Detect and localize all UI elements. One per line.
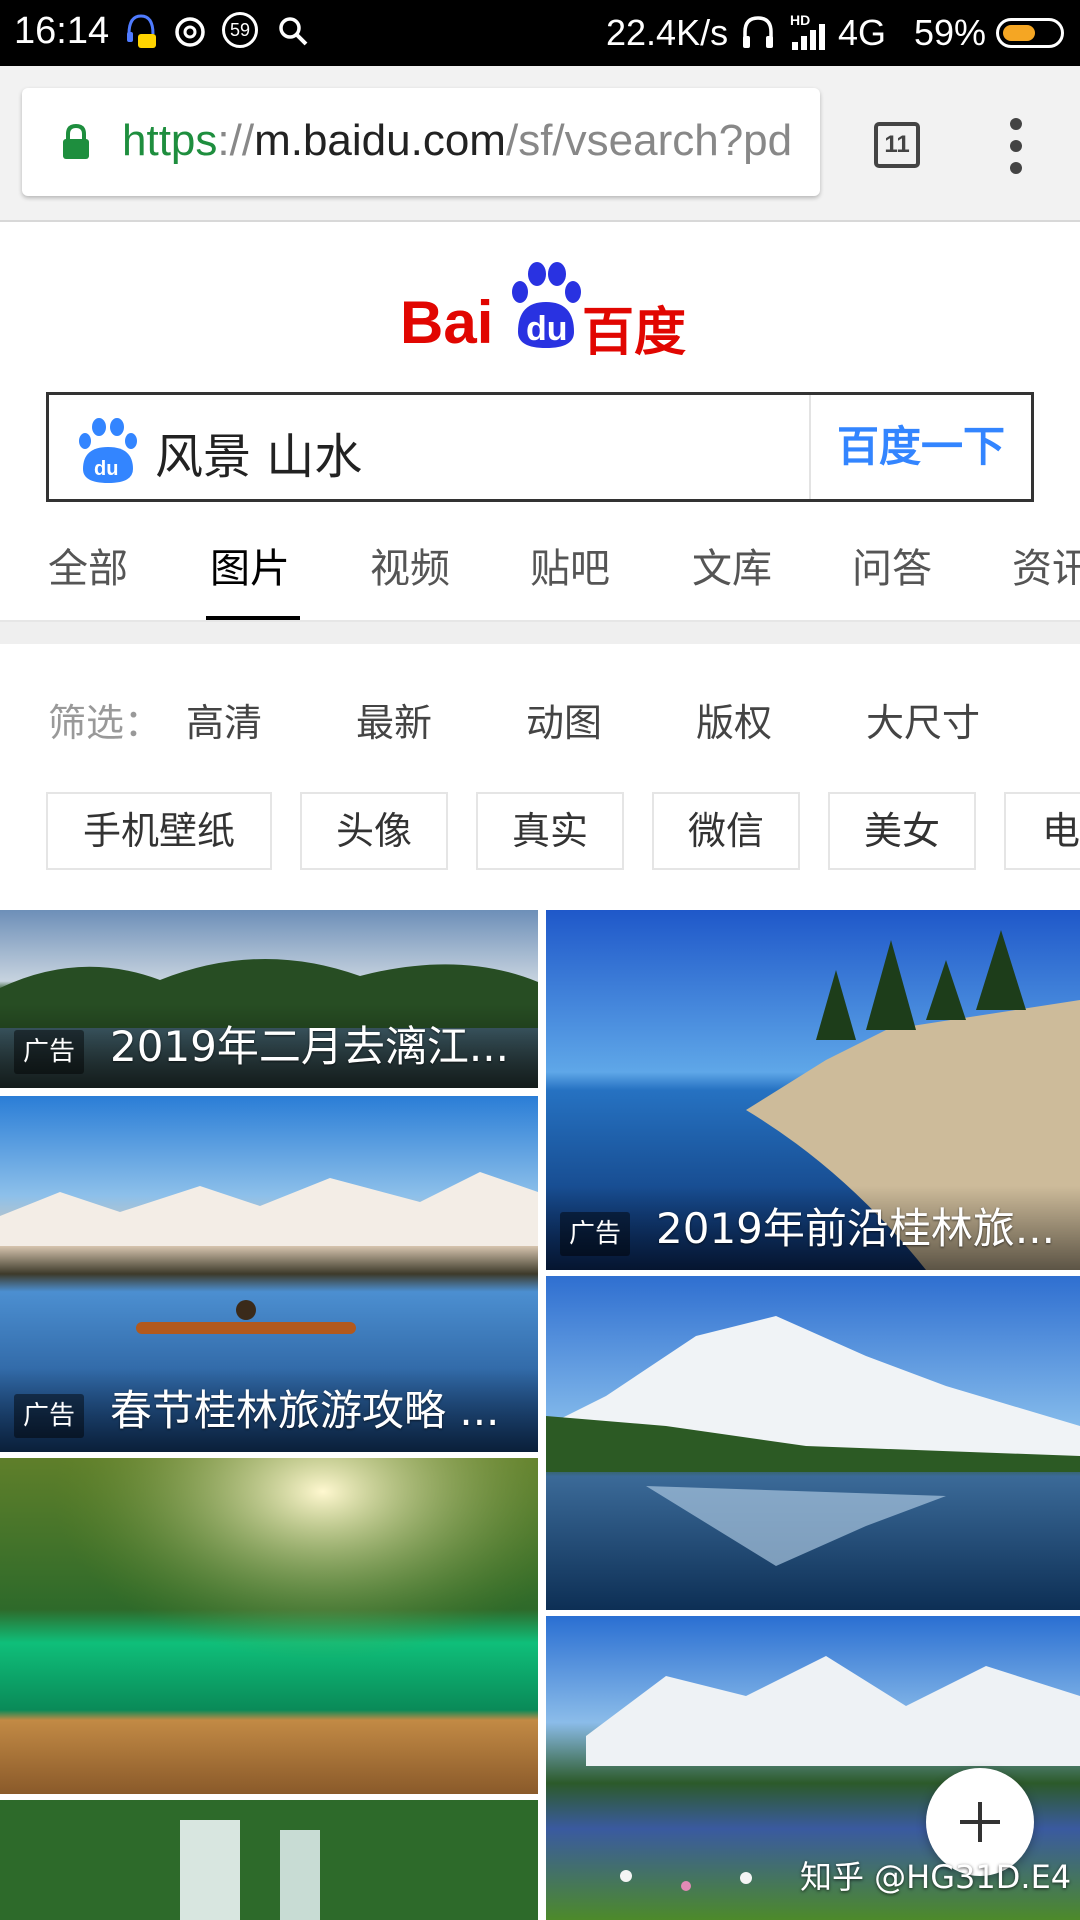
image-result[interactable]: 广告 春节桂林旅游攻略 ... [0, 1096, 538, 1452]
overflow-menu-icon[interactable] [1002, 118, 1030, 174]
url-text[interactable]: https://m.baidu.com/sf/vsearch?pd [122, 116, 792, 166]
tag-more[interactable]: 电 [1004, 792, 1080, 870]
tab-tieba[interactable]: 贴吧 [530, 536, 610, 594]
battery-icon [996, 18, 1064, 48]
headphones-icon [743, 16, 773, 48]
search-input[interactable]: 风景 山水 [155, 417, 362, 487]
lock-icon [63, 123, 89, 159]
tag-wechat[interactable]: 微信 [652, 792, 800, 870]
image-caption-text: 2019年前沿桂林旅... [656, 1204, 1055, 1253]
headset-chat-icon [127, 14, 156, 48]
snow-mountain-reflection-image [546, 1276, 1080, 1610]
image-caption: 广告 春节桂林旅游攻略 ... [0, 1368, 538, 1452]
image-result[interactable] [0, 1800, 538, 1920]
battery-fill [1003, 25, 1035, 41]
image-result[interactable]: 广告 2019年二月去漓江... [0, 910, 538, 1088]
waterfall-pool-image [0, 1458, 538, 1794]
badge-59-icon: 59 [222, 12, 258, 48]
section-divider [0, 620, 1080, 644]
tab-switcher-button[interactable]: 11 [874, 122, 920, 168]
net-speed: 22.4K/s [606, 12, 729, 53]
filter-label: 筛选： [48, 701, 163, 745]
tab-news[interactable]: 资讯 [1012, 536, 1080, 594]
url-scheme: https [122, 116, 218, 165]
tab-all[interactable]: 全部 [48, 536, 128, 594]
tag-wallpaper[interactable]: 手机壁纸 [46, 792, 272, 870]
signal-icon [792, 24, 825, 50]
logo-bai: Bai [400, 289, 494, 356]
url-host: m.baidu.com [254, 116, 506, 165]
ad-badge: 广告 [14, 1030, 84, 1074]
filter-hd[interactable]: 高清 [186, 692, 262, 747]
search-box: du 风景 山水 百度一下 [46, 392, 1034, 502]
svg-text:du: du [94, 458, 118, 480]
network-type: 4G [838, 12, 887, 53]
tag-beauty[interactable]: 美女 [828, 792, 976, 870]
search-icon [279, 17, 308, 46]
image-result[interactable]: 广告 2019年前沿桂林旅... [546, 910, 1080, 1270]
filter-latest[interactable]: 最新 [356, 692, 432, 747]
tab-qa[interactable]: 问答 [852, 536, 932, 594]
status-time: 16:14 [14, 10, 110, 52]
ad-badge: 广告 [14, 1394, 84, 1438]
browser-toolbar: https://m.baidu.com/sf/vsearch?pd 11 [0, 66, 1080, 222]
image-caption: 广告 2019年前沿桂林旅... [546, 1186, 1080, 1270]
status-bar: 16:14 59 22.4K/s HD 4G 59% [0, 0, 1080, 66]
filter-large-size[interactable]: 大尺寸 [866, 692, 980, 747]
url-path: /sf/vsearch?pd [505, 116, 793, 165]
ad-badge: 广告 [560, 1212, 630, 1256]
baidu-paw-icon: du [79, 418, 137, 483]
image-caption-text: 2019年二月去漓江... [110, 1022, 509, 1071]
url-separator: :// [217, 116, 255, 165]
battery-percent: 59% [914, 12, 987, 53]
image-caption: 广告 2019年二月去漓江... [0, 1004, 538, 1088]
image-caption-text: 春节桂林旅游攻略 ... [110, 1386, 500, 1435]
tag-real[interactable]: 真实 [476, 792, 624, 870]
url-bar[interactable]: https://m.baidu.com/sf/vsearch?pd [22, 88, 820, 196]
image-result[interactable] [0, 1458, 538, 1794]
forest-waterfall-image [0, 1800, 538, 1920]
tag-avatar[interactable]: 头像 [300, 792, 448, 870]
spiral-icon [175, 17, 205, 47]
watermark: 知乎 @HG31D.E4 [800, 1858, 1072, 1896]
filter-copyright[interactable]: 版权 [696, 692, 772, 747]
logo-du: du [526, 310, 568, 348]
tab-video[interactable]: 视频 [370, 536, 450, 594]
search-tabs: 全部 图片 视频 贴吧 文库 问答 资讯 [0, 530, 1080, 622]
tab-images[interactable]: 图片 [210, 536, 290, 594]
baidu-logo: Bai du 百度 [400, 258, 690, 362]
search-button[interactable]: 百度一下 [811, 395, 1031, 499]
image-result[interactable] [546, 1276, 1080, 1610]
tab-wenku[interactable]: 文库 [692, 536, 772, 594]
filter-animated[interactable]: 动图 [526, 692, 602, 747]
logo-chinese: 百度 [582, 304, 687, 362]
